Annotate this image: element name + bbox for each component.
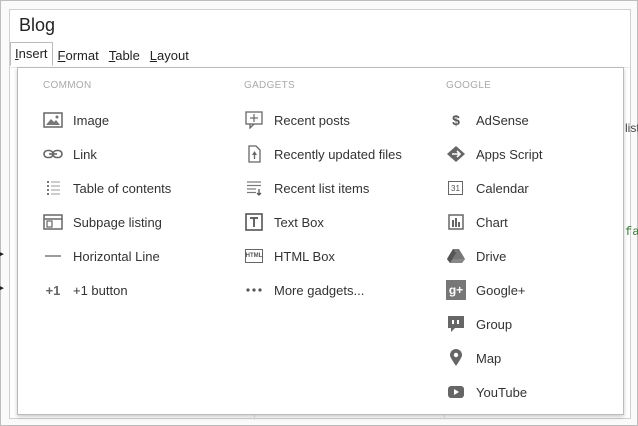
page-title: Blog — [19, 15, 56, 35]
menu-layout[interactable]: Layout — [145, 44, 194, 66]
menu-item-youtube[interactable]: YouTube — [445, 381, 527, 403]
menu-item-recent-posts[interactable]: Recent posts — [243, 109, 350, 131]
menu-item-recently-updated-files[interactable]: Recently updated files — [243, 143, 402, 165]
menu-item-image[interactable]: Image — [42, 109, 109, 131]
youtube-icon — [445, 383, 467, 401]
map-pin-icon — [445, 349, 467, 367]
menu-item-adsense[interactable]: $ AdSense — [445, 109, 529, 131]
group-icon — [445, 315, 467, 333]
google-plus-icon: g+ — [446, 280, 466, 300]
menu-item-google-plus[interactable]: g+ Google+ — [445, 279, 526, 301]
horizontal-line-icon — [42, 247, 64, 265]
plus-one-icon: +1 — [45, 282, 61, 298]
drive-icon — [445, 247, 467, 265]
recently-updated-files-icon — [243, 145, 265, 163]
recent-posts-icon — [243, 111, 265, 129]
menu-item-map[interactable]: Map — [445, 347, 501, 369]
subpage-listing-icon — [42, 213, 64, 231]
menu-item-horizontal-line[interactable]: Horizontal Line — [42, 245, 160, 267]
background-text-fragment: list — [625, 121, 638, 135]
menu-item-link[interactable]: Link — [42, 143, 97, 165]
google-plus-submenu-arrow-icon: ▶ — [0, 281, 4, 294]
menu-bar: Insert Format Table Layout — [10, 42, 194, 66]
calendar-icon: 31 — [448, 181, 463, 195]
menu-item-table-of-contents[interactable]: Table of contents — [42, 177, 171, 199]
menu-item-calendar[interactable]: 31 Calendar — [445, 177, 529, 199]
gadgets-heading: GADGETS — [244, 80, 295, 91]
menu-insert[interactable]: Insert — [10, 42, 53, 66]
drive-submenu-arrow-icon: ▶ — [0, 247, 4, 260]
image-icon — [42, 111, 64, 129]
menu-item-recent-list-items[interactable]: Recent list items — [243, 177, 369, 199]
menu-item-apps-script[interactable]: Apps Script — [445, 143, 542, 165]
recent-list-items-icon — [243, 179, 265, 197]
more-gadgets-icon — [243, 281, 265, 299]
common-heading: COMMON — [43, 80, 92, 91]
menu-item-text-box[interactable]: Text Box — [243, 211, 324, 233]
html-box-icon: HTML — [245, 249, 263, 263]
apps-script-icon — [445, 145, 467, 163]
insert-menu-dropdown: COMMON Image Link Table of contents Subp… — [0, 67, 624, 415]
adsense-icon: $ — [452, 112, 460, 128]
menu-item-html-box[interactable]: HTML HTML Box — [243, 245, 335, 267]
menu-item-more-gadgets[interactable]: More gadgets... — [243, 279, 364, 301]
menu-item-plus-one-button[interactable]: +1 +1 button — [42, 279, 128, 301]
menu-item-chart[interactable]: Chart — [445, 211, 508, 233]
link-icon — [42, 145, 64, 163]
menu-format[interactable]: Format — [53, 44, 104, 66]
window-frame: Blog list fau Insert Format Table Layout… — [0, 0, 638, 426]
menu-item-drive[interactable]: Drive — [445, 245, 506, 267]
background-code-fragment: fau — [625, 225, 638, 239]
menu-table[interactable]: Table — [104, 44, 145, 66]
menu-item-group[interactable]: Group — [445, 313, 512, 335]
menu-item-subpage-listing[interactable]: Subpage listing — [42, 211, 162, 233]
table-of-contents-icon — [42, 179, 64, 197]
chart-icon — [445, 213, 467, 231]
google-heading: GOOGLE — [446, 80, 492, 91]
text-box-icon — [243, 213, 265, 231]
